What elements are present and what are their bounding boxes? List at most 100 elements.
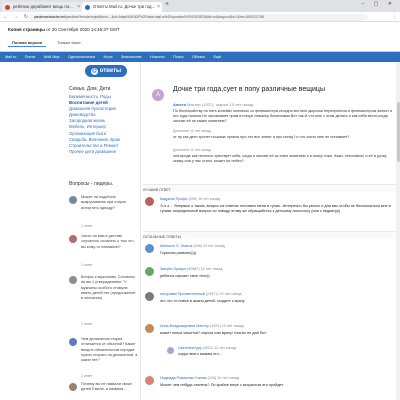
browser-tab[interactable]: ребёнок дерибанит вещь по... ×: [2, 2, 82, 12]
nav-buttons-icon[interactable]: ← → ↻: [3, 12, 30, 22]
otvety-logo[interactable]: @ ответы: [85, 65, 127, 77]
close-tab-icon[interactable]: ×: [157, 2, 160, 12]
browser-tab-active[interactable]: Ответы Mail.ru: Дочке три год... ×: [82, 2, 162, 12]
answer-text: Гормоны развиты)))): [160, 251, 197, 255]
avatar: [69, 235, 77, 243]
answer-author: Кадрина Профи (599) 10 лет назад: [160, 197, 220, 201]
new-tab-button[interactable]: +: [165, 1, 169, 8]
asker-avatar: А: [152, 89, 164, 101]
leader-question[interactable]: Может ли подобное выкручивание при стирк…: [69, 195, 137, 235]
leader-question[interactable]: Вопрос к мужчинам. Согласны ли вы с утве…: [69, 275, 137, 335]
answer: Надежда Романова Ученик (104) 10 лет наз…: [143, 376, 399, 396]
comment-author: Светлана*уру (4021) 12 лет назад: [178, 346, 236, 350]
comment: Светлана*уру (4021) 12 лет назад сорри в…: [167, 346, 399, 360]
question-addition: от ну как дети тронет пошлые органы про …: [173, 135, 350, 139]
site-nav: Mail.ru Почта Мой Мир Одноклассники Игры…: [0, 52, 400, 62]
author-name[interactable]: Akhilavin О. Знаток: [160, 244, 192, 248]
url-host: yandexwebcache.net: [34, 14, 65, 19]
tab-text-only[interactable]: Только текст: [53, 39, 84, 46]
question-addition: она вроде как неплохо чувствует себя, ко…: [173, 154, 387, 163]
cache-title: Копия страницы от 20 Сентября 2020 14:45…: [8, 27, 120, 32]
category-link[interactable]: Прочее дети домашнее: [69, 149, 137, 155]
site-nav-item[interactable]: Поиск: [173, 52, 184, 62]
answer-author: Зинуби Оракул (60887) 10 лет назад: [160, 267, 223, 271]
category-list: Беременность, Роды Воспитание детей Дома…: [69, 94, 137, 155]
cache-date: от 20 Сентября 2020 14:45:37 GMT: [46, 27, 120, 32]
avatar: [145, 244, 154, 253]
author-meta: (23971) 10 лет назад: [205, 292, 242, 296]
site-nav-item[interactable]: Новости: [150, 52, 165, 62]
leader-question[interactable]: Чем деликатная стирка отличается от обыч…: [69, 337, 137, 379]
answer: Анна Владимировна Мастер (1922) 10 лет н…: [143, 324, 399, 344]
yandex-favicon-icon: [5, 4, 10, 10]
leader-question[interactable]: Часто ли вам в детстве случалось осознат…: [69, 234, 137, 274]
answer-count: 1 ответ: [81, 374, 93, 378]
answer: натурамм Просветленный (23971) 10 лет на…: [143, 292, 399, 312]
site-nav-item[interactable]: Ещё: [213, 52, 221, 62]
answer-text: Может чем нибудь отвлечь? По крайне мере…: [160, 383, 284, 387]
cache-tabs: Полная версия Только текст: [8, 39, 91, 47]
url-path: /yandbtm?fmode=inject&text=...&url=https…: [64, 14, 264, 19]
author-name[interactable]: Анна Владимировна Мастер: [160, 324, 209, 328]
question-title: Дочке три года,сует в попу различные вещ…: [173, 86, 325, 93]
answer-text: Э-э-э ... Впервые о таком, вопрос на отв…: [160, 204, 391, 213]
answer-count: 1 ответ: [81, 263, 93, 267]
avatar: [69, 338, 77, 346]
addition-meta: Дополнен 12 лет назад: [173, 129, 211, 133]
leader-question[interactable]: Почему вы не назвали своих детей Емеля, …: [69, 382, 137, 398]
scrollbar[interactable]: [396, 62, 400, 400]
answer-author: Анна Владимировна Мастер (1922) 10 лет н…: [160, 324, 244, 328]
avatar: [69, 276, 77, 284]
comment-text: сорри всего мамам это...: [178, 352, 222, 356]
author-name[interactable]: натурамм Просветленный: [160, 292, 205, 296]
avatar: [167, 347, 174, 354]
scrollbar-thumb[interactable]: [396, 102, 400, 162]
tab-full-version[interactable]: Полная версия: [8, 39, 46, 47]
avatar: [145, 197, 154, 206]
avatar: [69, 196, 77, 204]
question-body: По беспокойству по пять копейки поплачок…: [173, 109, 393, 123]
answer-text: ребенок изучает свое тело)): [160, 274, 210, 278]
site-nav-item[interactable]: Знакомства: [121, 52, 142, 62]
answer-count: 1 ответ: [81, 322, 93, 326]
avatar: [145, 267, 154, 276]
question-link[interactable]: Может ли подобное выкручивание при стирк…: [81, 195, 138, 211]
window-controls[interactable]: – ▢ ✕: [362, 1, 396, 7]
asker-name[interactable]: Анюта: [173, 102, 186, 107]
site-nav-item[interactable]: Игры: [104, 52, 113, 62]
asker-meta: Мастер (1937), закрыт 10 лет назад: [186, 102, 254, 107]
logo-text: ответы: [99, 68, 122, 74]
leader-questions-title: Вопросы - лидеры.: [69, 181, 114, 187]
question-link[interactable]: Часто ли вам в детстве случалось осознат…: [81, 234, 138, 250]
url-input[interactable]: yandexwebcache.net/yandbtm?fmode=inject&…: [28, 13, 368, 21]
cache-header: Копия страницы от 20 Сентября 2020 14:45…: [0, 22, 400, 52]
question-link[interactable]: Почему вы не назвали своих детей Емеля, …: [81, 382, 138, 393]
asker-line: Анюта Мастер (1937), закрыт 10 лет назад: [173, 102, 253, 107]
addition-meta: Дополнен 12 лет назад: [173, 148, 211, 152]
author-meta: (104) 10 лет назад: [207, 376, 240, 380]
site-nav-item[interactable]: Облако: [192, 52, 205, 62]
avatar: [145, 324, 154, 333]
author-meta: (1922) 10 лет назад: [210, 324, 244, 328]
author-name[interactable]: Светлана*уру: [178, 346, 202, 350]
avatar: [145, 376, 154, 385]
answer-count: 1 ответ: [81, 224, 93, 228]
site-nav-item[interactable]: Мой Мир: [44, 52, 60, 62]
author-name[interactable]: Зинуби Оракул: [160, 267, 186, 271]
answer-text: это что то новое в жизни детей. сходите …: [160, 299, 245, 303]
author-name[interactable]: Надежда Романова Ученик: [160, 376, 207, 380]
question-link[interactable]: Вопрос к мужчинам. Согласны ли вы с утве…: [81, 275, 138, 301]
site-nav-item[interactable]: Почта: [25, 52, 36, 62]
author-meta: (398) 10 лет назад: [193, 244, 225, 248]
author-meta: (4021) 12 лет назад: [202, 346, 237, 350]
main-content: А Дочке три года,сует в попу различные в…: [140, 62, 400, 400]
author-name[interactable]: Кадрина Профи: [160, 197, 187, 201]
tab-title: ребёнок дерибанит вещь по...: [13, 4, 73, 9]
close-tab-icon[interactable]: ×: [77, 2, 80, 12]
question-link[interactable]: Чем деликатная стирка отличается от обыч…: [81, 337, 138, 363]
browser-menu-icon[interactable]: ⋮: [392, 12, 397, 22]
answer-author: натурамм Просветленный (23971) 10 лет на…: [160, 292, 241, 296]
site-nav-item[interactable]: Mail.ru: [5, 52, 16, 62]
answer-author: Надежда Романова Ученик (104) 10 лет наз…: [160, 376, 239, 380]
site-nav-item[interactable]: Одноклассники: [68, 52, 95, 62]
